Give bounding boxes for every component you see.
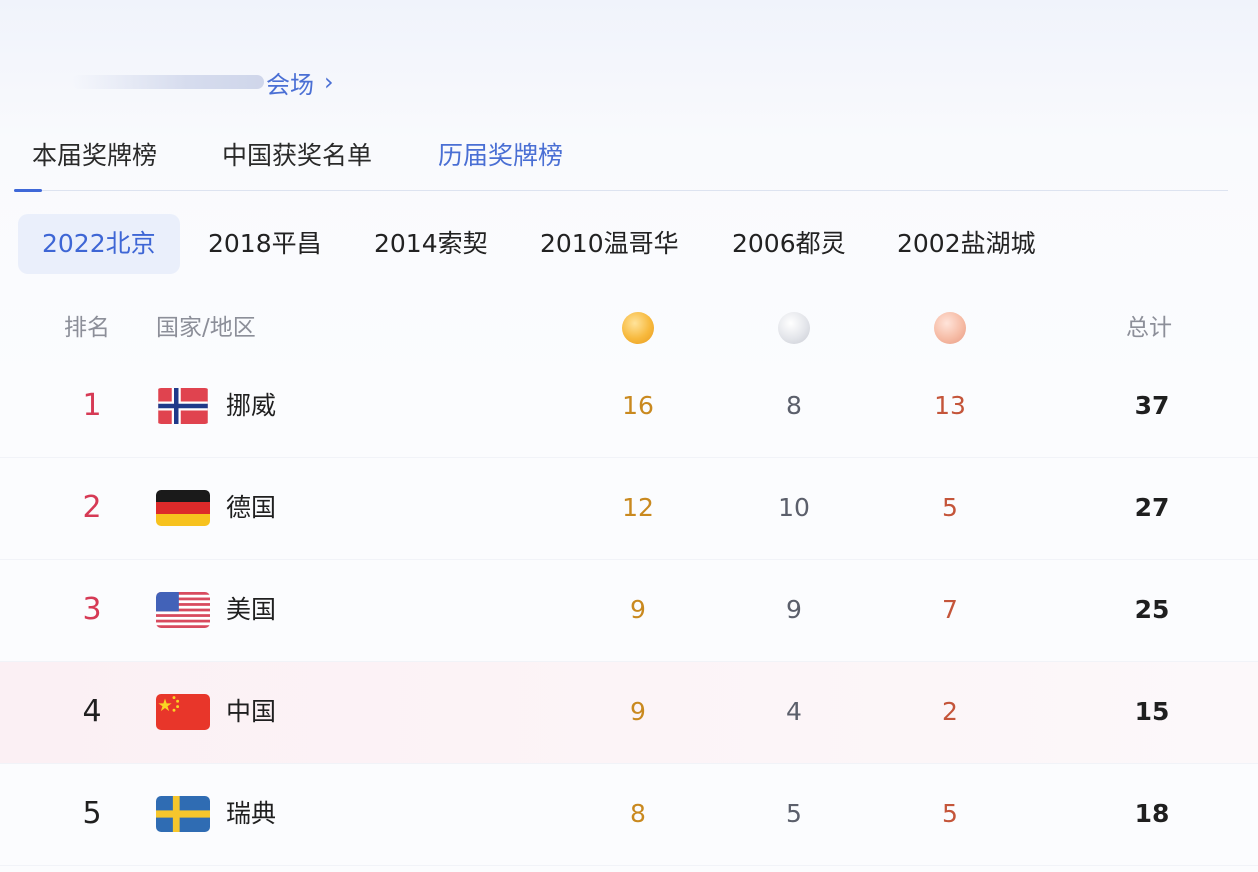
usa-flag-icon <box>156 592 210 628</box>
year-2010-vancouver[interactable]: 2010温哥华 <box>540 214 679 274</box>
rank-value: 1 <box>82 388 102 423</box>
medal-table-body: 1 挪威 16 8 13 37 2 德国 12 10 5 27 3 美国 9 9… <box>0 356 1258 866</box>
total-count: 37 <box>1134 391 1170 420</box>
silver-count: 4 <box>786 697 802 726</box>
gold-count: 9 <box>630 697 646 726</box>
tab-current-medal-table[interactable]: 本届奖牌榜 <box>32 136 157 172</box>
bronze-medal-icon <box>934 312 966 344</box>
header-total: 总计 <box>1126 315 1172 341</box>
medal-tabs: 本届奖牌榜 中国获奖名单 历届奖牌榜 <box>14 128 1228 192</box>
bronze-count: 5 <box>942 799 958 828</box>
silver-count: 8 <box>786 391 802 420</box>
venue-link-label: 会场 <box>266 70 314 99</box>
year-2018-pyeongchang[interactable]: 2018平昌 <box>208 214 322 274</box>
norway-flag-icon <box>156 388 210 424</box>
year-2006-turin[interactable]: 2006都灵 <box>732 214 846 274</box>
rank-value: 3 <box>82 592 102 627</box>
venue-title-faded <box>72 75 264 89</box>
tab-historical-medal-table[interactable]: 历届奖牌榜 <box>438 136 563 172</box>
table-row[interactable]: 3 美国 9 9 7 25 <box>0 560 1258 662</box>
country-name: 德国 <box>226 493 277 522</box>
header-rank: 排名 <box>64 315 110 341</box>
sweden-flag-icon <box>156 796 210 832</box>
bronze-count: 13 <box>934 391 966 420</box>
gold-count: 9 <box>630 595 646 624</box>
table-row[interactable]: 5 瑞典 8 5 5 18 <box>0 764 1258 866</box>
table-row[interactable]: 2 德国 12 10 5 27 <box>0 458 1258 560</box>
silver-count: 10 <box>778 493 810 522</box>
country-name: 瑞典 <box>226 799 277 828</box>
table-row-highlighted[interactable]: 4 中国 9 4 2 15 <box>0 662 1258 764</box>
year-2014-sochi[interactable]: 2014索契 <box>374 214 488 274</box>
china-flag-icon <box>156 694 210 730</box>
active-tab-indicator <box>14 189 42 192</box>
silver-count: 5 <box>786 799 802 828</box>
bronze-count: 2 <box>942 697 958 726</box>
medal-table-header: 排名 国家/地区 总计 <box>0 300 1258 356</box>
table-row[interactable]: 1 挪威 16 8 13 37 <box>0 356 1258 458</box>
gold-count: 8 <box>630 799 646 828</box>
total-count: 18 <box>1134 799 1170 828</box>
venue-link[interactable]: 会场 › <box>266 65 334 100</box>
header-country: 国家/地区 <box>156 315 256 341</box>
rank-value: 5 <box>82 796 102 831</box>
year-2022-beijing[interactable]: 2022北京 <box>18 214 180 274</box>
bronze-count: 7 <box>942 595 958 624</box>
silver-count: 9 <box>786 595 802 624</box>
country-name: 美国 <box>226 595 277 624</box>
gold-count: 16 <box>622 391 654 420</box>
bronze-count: 5 <box>942 493 958 522</box>
tab-china-winners[interactable]: 中国获奖名单 <box>222 136 372 172</box>
country-name: 挪威 <box>226 391 277 420</box>
rank-value: 4 <box>82 694 102 729</box>
total-count: 27 <box>1134 493 1170 522</box>
venue-header: 会场 › <box>72 62 334 102</box>
rank-value: 2 <box>82 490 102 525</box>
country-name: 中国 <box>226 697 277 726</box>
year-2002-salt-lake-city[interactable]: 2002盐湖城 <box>897 214 1036 274</box>
silver-medal-icon <box>778 312 810 344</box>
total-count: 15 <box>1134 697 1170 726</box>
gold-count: 12 <box>622 493 654 522</box>
total-count: 25 <box>1134 595 1170 624</box>
chevron-right-icon: › <box>324 68 334 96</box>
gold-medal-icon <box>622 312 654 344</box>
germany-flag-icon <box>156 490 210 526</box>
